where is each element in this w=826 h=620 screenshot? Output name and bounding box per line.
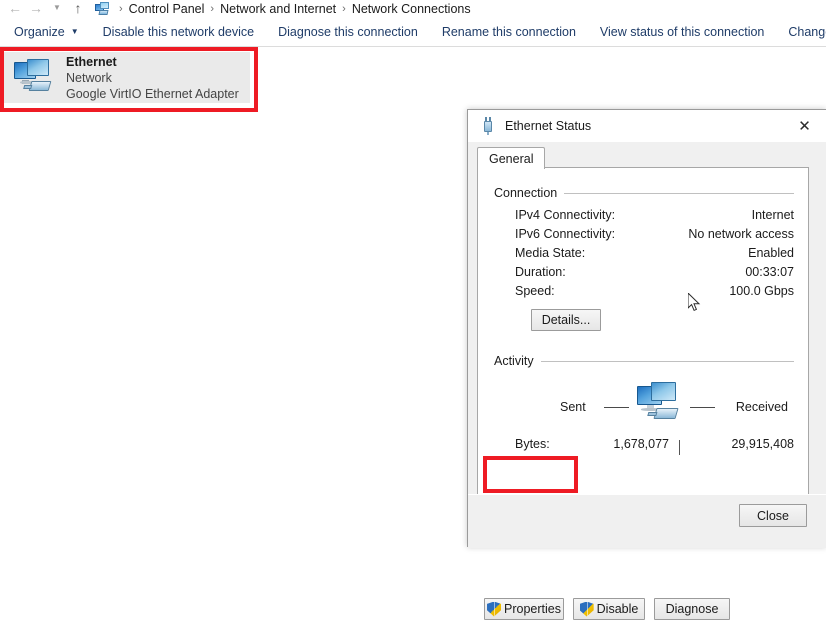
ipv6-label: IPv6 Connectivity: <box>515 226 616 241</box>
connection-adapter: Google VirtIO Ethernet Adapter <box>66 86 239 101</box>
activity-group: Activity Sent Received Bytes: 1,678,077 <box>494 354 794 455</box>
speed-label: Speed: <box>515 283 555 298</box>
properties-label: Properties <box>504 602 561 616</box>
ipv4-value: Internet <box>751 207 794 222</box>
disable-label: Disable <box>596 602 639 616</box>
command-toolbar: Organize ▼ Disable this network device D… <box>0 17 826 47</box>
properties-button[interactable]: Properties <box>484 598 564 620</box>
duration-value: 00:33:07 <box>745 264 794 279</box>
breadcrumb-item-network-connections[interactable]: Network Connections <box>351 2 472 16</box>
duration-label: Duration: <box>515 264 566 279</box>
disable-network-device-button[interactable]: Disable this network device <box>91 17 266 46</box>
received-connector-line <box>690 407 715 408</box>
breadcrumb-separator: › <box>119 3 123 15</box>
group-divider <box>540 360 794 362</box>
network-connections-icon <box>95 2 111 16</box>
connection-network: Network <box>66 70 112 85</box>
dialog-body: General Connection IPv4 Connectivity: In… <box>468 142 826 620</box>
row-speed: Speed: 100.0 Gbps <box>494 281 794 300</box>
general-tab-panel: Connection IPv4 Connectivity: Internet I… <box>477 167 809 521</box>
tab-strip: General <box>477 147 546 169</box>
dialog-footer: Close <box>468 494 826 548</box>
shield-icon <box>487 601 502 617</box>
connection-heading-label: Connection <box>494 186 558 200</box>
connection-group-heading: Connection <box>494 186 794 200</box>
row-media-state: Media State: Enabled <box>494 243 794 262</box>
forward-arrow-icon[interactable]: → <box>27 0 45 16</box>
details-button[interactable]: Details... <box>531 309 601 331</box>
row-duration: Duration: 00:33:07 <box>494 262 794 281</box>
address-bar: ← → ▼ ↑ › Control Panel › Network and In… <box>0 0 826 16</box>
row-ipv6-connectivity: IPv6 Connectivity: No network access <box>494 224 794 243</box>
diagnose-connection-button[interactable]: Diagnose this connection <box>266 17 430 46</box>
tab-general[interactable]: General <box>477 147 546 169</box>
breadcrumb-item-control-panel[interactable]: Control Panel <box>128 2 206 16</box>
dialog-title: Ethernet Status <box>505 119 592 133</box>
rename-connection-button[interactable]: Rename this connection <box>430 17 588 46</box>
action-button-row: Properties Disable Diagnose <box>484 598 730 620</box>
connection-name: Ethernet <box>66 54 117 69</box>
breadcrumb[interactable]: › Control Panel › Network and Internet ›… <box>91 0 472 16</box>
speed-value: 100.0 Gbps <box>729 283 794 298</box>
ethernet-adapter-icon <box>12 58 58 97</box>
row-ipv4-connectivity: IPv4 Connectivity: Internet <box>494 205 794 224</box>
received-label: Received <box>735 400 788 414</box>
view-status-button[interactable]: View status of this connection <box>588 17 776 46</box>
bytes-divider <box>679 440 680 455</box>
media-state-label: Media State: <box>515 245 586 260</box>
bytes-label: Bytes: <box>515 437 550 451</box>
group-divider <box>564 192 794 194</box>
ethernet-status-dialog: Ethernet Status ✕ General Connection IPv… <box>467 109 826 620</box>
organize-button[interactable]: Organize ▼ <box>0 17 91 46</box>
sent-connector-line <box>604 407 629 408</box>
sent-label: Sent <box>560 400 586 414</box>
close-icon[interactable]: ✕ <box>783 110 826 141</box>
close-button[interactable]: Close <box>739 504 807 527</box>
ipv6-value: No network access <box>688 226 794 241</box>
navigation-buttons: ← → ▼ ↑ <box>0 0 87 16</box>
breadcrumb-separator: › <box>210 3 215 15</box>
organize-label: Organize <box>14 24 65 39</box>
recent-locations-icon[interactable]: ▼ <box>48 0 66 16</box>
bytes-sent-value: 1,678,077 <box>613 437 669 451</box>
chevron-down-icon: ▼ <box>70 26 79 36</box>
media-state-value: Enabled <box>748 245 794 260</box>
network-transfer-icon <box>633 382 685 426</box>
ipv4-label: IPv4 Connectivity: <box>515 207 616 222</box>
activity-group-heading: Activity <box>494 354 794 368</box>
bytes-received-value: 29,915,408 <box>731 437 794 451</box>
up-arrow-icon[interactable]: ↑ <box>69 0 87 16</box>
activity-heading-label: Activity <box>494 354 534 368</box>
connection-rows: IPv4 Connectivity: Internet IPv6 Connect… <box>494 205 794 300</box>
breadcrumb-item-network-and-internet[interactable]: Network and Internet <box>219 2 337 16</box>
back-arrow-icon[interactable]: ← <box>6 0 24 16</box>
connection-group: Connection IPv4 Connectivity: Internet I… <box>494 186 794 339</box>
list-item-ethernet[interactable]: Ethernet Network Google VirtIO Ethernet … <box>4 52 250 103</box>
disable-button[interactable]: Disable <box>573 598 645 620</box>
activity-diagram: Sent Received Bytes: 1,678,077 29,915,40… <box>494 372 794 455</box>
network-plug-icon <box>480 117 496 135</box>
change-settings-button[interactable]: Change settings <box>776 17 826 46</box>
breadcrumb-separator: › <box>342 3 346 15</box>
diagnose-button[interactable]: Diagnose <box>654 598 730 620</box>
dialog-title-bar: Ethernet Status ✕ <box>468 110 826 143</box>
shield-icon <box>579 601 594 617</box>
